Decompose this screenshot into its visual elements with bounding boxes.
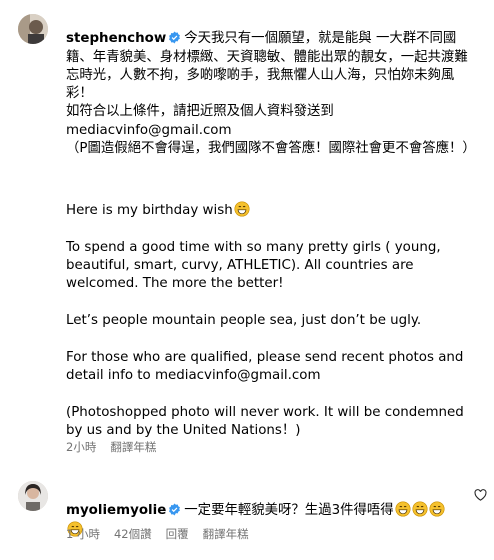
comment-text-myolie: 一定要年輕貌美呀？生過3件得唔得 (184, 503, 394, 519)
username-stephenchow[interactable]: stephenchow (66, 31, 166, 46)
comment-body-en: Here is my birthday wish To spend a good… (66, 183, 476, 440)
comment-meta-stephenchow: 2小時 翻譯年糕 (66, 439, 170, 455)
comment-text-en-5: (Photoshopped photo will never work. It … (66, 404, 469, 438)
comment-meta-myoliemyolie: 1 小時 42個讚 回覆 翻譯年糕 (66, 526, 263, 542)
comment-time: 1 小時 (66, 527, 100, 541)
reply-button[interactable]: 回覆 (166, 527, 189, 541)
avatar-myoliemyolie[interactable] (18, 481, 48, 511)
grinning-sweat-emoji (234, 201, 250, 217)
avatar-stephenchow[interactable] (18, 14, 48, 44)
avatar-image (18, 14, 48, 44)
grinning-sweat-emoji (429, 501, 445, 517)
comment-text-en-1: Here is my birthday wish (66, 203, 233, 219)
verified-badge-icon (169, 31, 181, 44)
comment-text-en-2: To spend a good time with so many pretty… (66, 239, 445, 292)
comment-text-zh-4: （P圖造假絕不會得逞，我們國隊不會答應！國際社會更不會答應！） (66, 141, 476, 157)
comment-email-zh: mediacvinfo@gmail.com (66, 122, 232, 138)
grinning-sweat-emoji (412, 501, 428, 517)
grinning-sweat-emoji (395, 501, 411, 517)
avatar-image (18, 481, 48, 511)
verified-badge-icon (169, 503, 181, 516)
comment-time: 2小時 (66, 440, 97, 454)
translate-button[interactable]: 翻譯年糕 (110, 440, 156, 454)
username-myoliemyolie[interactable]: myoliemyolie (66, 503, 166, 518)
comment-text-zh-2: 如符合以上條件，請把近照及個人資料發送到 (66, 104, 334, 120)
comment-body-stephenchow: stephenchow 今天我只有一個願望，就是能與 一大群不同國籍、年青貌美、身… (66, 12, 476, 158)
comment-text-en-4: For those who are qualified, please send… (66, 349, 468, 383)
likes-count[interactable]: 42個讚 (114, 527, 152, 541)
comment-text-en-3: Let’s people mountain people sea, just d… (66, 313, 422, 329)
heart-icon[interactable] (474, 489, 487, 501)
translate-button[interactable]: 翻譯年糕 (203, 527, 249, 541)
